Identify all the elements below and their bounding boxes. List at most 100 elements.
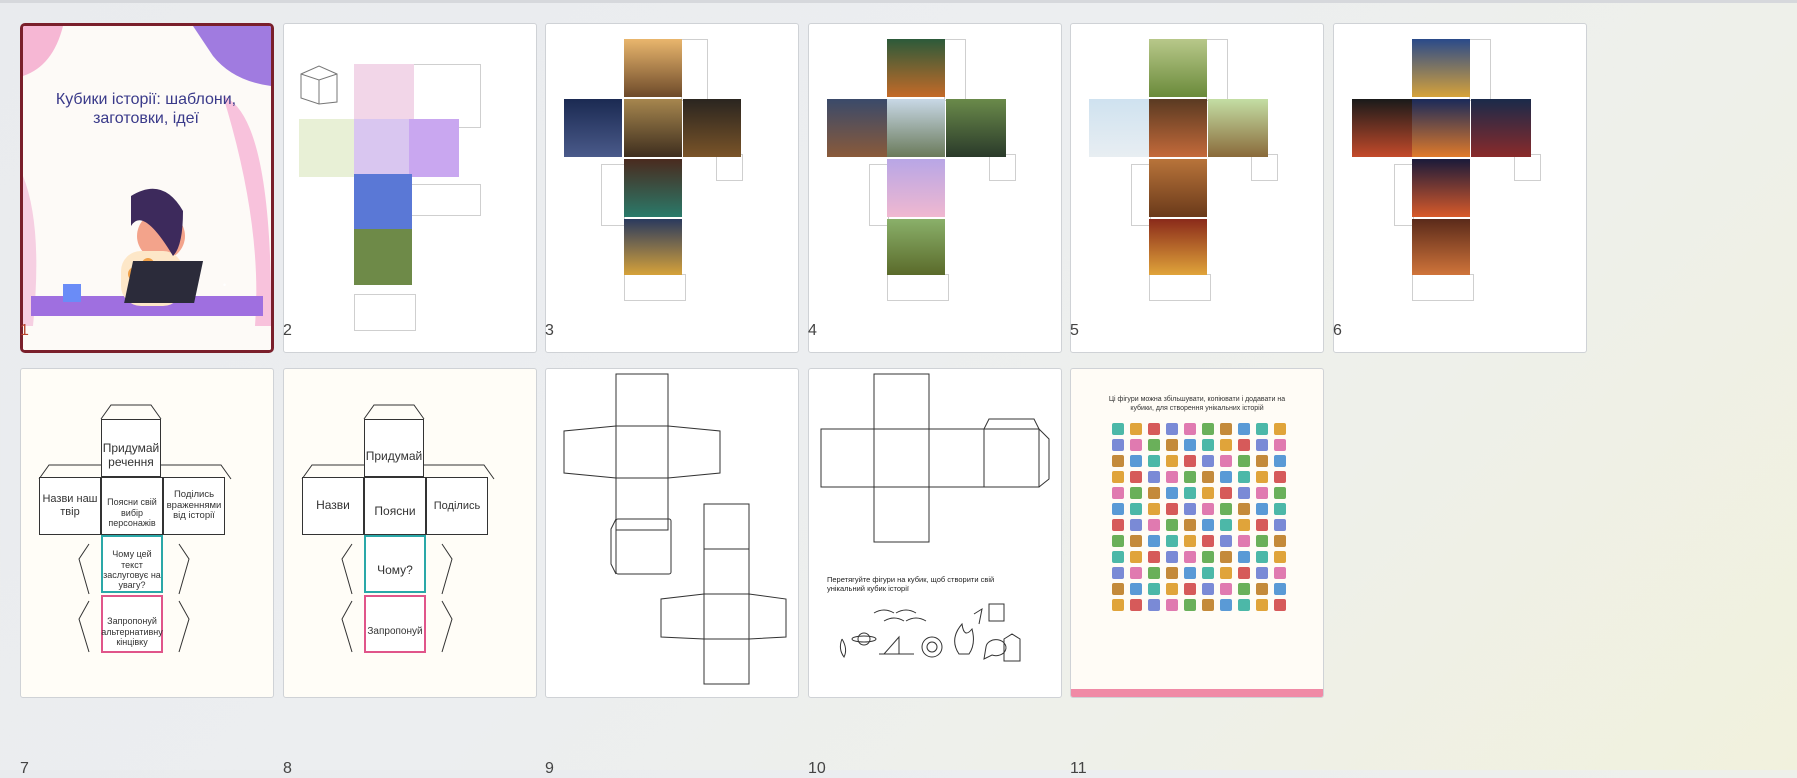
sticker-icon bbox=[1130, 583, 1142, 595]
slide-thumbnail-5[interactable] bbox=[1070, 23, 1324, 353]
sticker-icon bbox=[1202, 439, 1214, 451]
sticker-icon bbox=[1220, 471, 1232, 483]
sticker-icon bbox=[1274, 471, 1286, 483]
cube-face-image bbox=[1149, 39, 1207, 97]
sticker-icon bbox=[1202, 471, 1214, 483]
sticker-icon bbox=[1220, 503, 1232, 515]
sticker-icon bbox=[1256, 487, 1268, 499]
cube-face: Придумай речення bbox=[101, 419, 161, 477]
sticker-icon bbox=[1202, 535, 1214, 547]
slide-thumbnail-11[interactable]: Ці фігури можна збільшувати, копіювати і… bbox=[1070, 368, 1324, 698]
slide-1-illustration: • bbox=[23, 26, 271, 350]
sticker-icon bbox=[1166, 551, 1178, 563]
slide-thumbnail-9[interactable] bbox=[545, 368, 799, 698]
slide-thumbnail-10[interactable]: Перетягуйте фігури на кубик, щоб створит… bbox=[808, 368, 1062, 698]
cube-face-label: Назви bbox=[316, 498, 350, 513]
cube-face: Придумай bbox=[364, 419, 424, 477]
sticker-icon bbox=[1148, 599, 1160, 611]
sticker-icon bbox=[1238, 567, 1250, 579]
sticker-icon bbox=[1112, 567, 1124, 579]
slide-thumbnail-7[interactable]: Придумай речення Назви наш твір Поясни с… bbox=[20, 368, 274, 698]
sticker-icon bbox=[1256, 551, 1268, 563]
sticker-icon bbox=[1148, 503, 1160, 515]
sticker-icon bbox=[1148, 439, 1160, 451]
sticker-icon bbox=[1256, 567, 1268, 579]
sticker-icon bbox=[1166, 487, 1178, 499]
cube-net-outline bbox=[820, 373, 1050, 543]
cube-face-label: Поясни свій вибір персонажів bbox=[107, 497, 157, 529]
slide-thumbnail-2[interactable] bbox=[283, 23, 537, 353]
sticker-icon bbox=[1202, 455, 1214, 467]
sticker-icon bbox=[1238, 423, 1250, 435]
sticker-icon bbox=[1112, 551, 1124, 563]
sticker-icon bbox=[1220, 583, 1232, 595]
cube-face-image bbox=[1412, 99, 1470, 157]
slide-number-11: 11 bbox=[1070, 760, 1087, 777]
sticker-icon bbox=[1202, 503, 1214, 515]
icon-grid bbox=[1109, 421, 1289, 613]
sticker-icon bbox=[1220, 567, 1232, 579]
sticker-icon bbox=[1202, 423, 1214, 435]
sticker-icon bbox=[1130, 535, 1142, 547]
sticker-icon bbox=[1130, 551, 1142, 563]
cube-face-image bbox=[887, 39, 945, 97]
cube-tab bbox=[409, 184, 481, 216]
sticker-icon bbox=[1112, 439, 1124, 451]
slide-thumbnail-1[interactable]: • Кубики історії: шаблони, заготовки, ід… bbox=[20, 23, 274, 353]
cube-tab bbox=[944, 39, 966, 101]
sticker-icon bbox=[1130, 439, 1142, 451]
svg-text:•: • bbox=[223, 280, 226, 290]
sticker-icon bbox=[1274, 535, 1286, 547]
sticker-icon bbox=[1238, 439, 1250, 451]
slide-number-8: 8 bbox=[283, 760, 292, 777]
sticker-icon bbox=[1112, 583, 1124, 595]
slide-thumbnail-6[interactable] bbox=[1333, 23, 1587, 353]
cube-face-image bbox=[1089, 99, 1149, 157]
slide-thumbnail-4[interactable] bbox=[808, 23, 1062, 353]
sticker-icon bbox=[1256, 583, 1268, 595]
cube-face: Поділись bbox=[426, 477, 488, 535]
sticker-icon bbox=[1112, 535, 1124, 547]
sticker-icon bbox=[1148, 519, 1160, 531]
sticker-icon bbox=[1130, 599, 1142, 611]
cube-face: Запропонуй bbox=[364, 595, 426, 653]
sticker-icon bbox=[1130, 519, 1142, 531]
sticker-icon bbox=[1148, 583, 1160, 595]
sticker-icon bbox=[1112, 423, 1124, 435]
cube-tab bbox=[1149, 274, 1211, 301]
sticker-icon bbox=[1148, 551, 1160, 563]
cube-face: Назви bbox=[302, 477, 364, 535]
sticker-icon bbox=[1112, 519, 1124, 531]
sticker-icon bbox=[1148, 455, 1160, 467]
sticker-icon bbox=[1274, 519, 1286, 531]
cube-tab bbox=[681, 39, 708, 101]
slide-number-9: 9 bbox=[545, 760, 554, 777]
doodle-icons bbox=[839, 603, 1021, 662]
sticker-icon bbox=[1220, 487, 1232, 499]
sticker-icon bbox=[1274, 423, 1286, 435]
sticker-icon bbox=[1220, 423, 1232, 435]
sticker-icon bbox=[1184, 583, 1196, 595]
cube-face-image bbox=[1149, 159, 1207, 217]
slide-thumbnail-3[interactable] bbox=[545, 23, 799, 353]
sticker-icon bbox=[1274, 487, 1286, 499]
cube-face-image bbox=[1208, 99, 1268, 157]
cube-face-image bbox=[299, 119, 357, 177]
cube-face-image bbox=[1149, 99, 1207, 157]
cube-tab bbox=[1394, 164, 1414, 226]
cube-face-label: Чому цей текст заслуговує на увагу? bbox=[103, 549, 161, 591]
cube-face-image bbox=[624, 39, 682, 97]
slide-number-6: 6 bbox=[1333, 322, 1342, 339]
cube-face: Поясни свій вибір персонажів bbox=[101, 477, 163, 535]
sticker-icon bbox=[1238, 551, 1250, 563]
sticker-icon bbox=[1148, 487, 1160, 499]
top-divider bbox=[0, 0, 1797, 3]
sticker-icon bbox=[1148, 567, 1160, 579]
cube-face-image bbox=[624, 219, 682, 275]
sticker-icon bbox=[1274, 583, 1286, 595]
slide-thumbnail-8[interactable]: Придумай Назви Поясни Поділись Чому? Зап… bbox=[283, 368, 537, 698]
cube-face-image bbox=[1149, 219, 1207, 275]
sticker-icon bbox=[1166, 471, 1178, 483]
cube-face-image bbox=[354, 174, 412, 230]
sticker-icon bbox=[1202, 583, 1214, 595]
